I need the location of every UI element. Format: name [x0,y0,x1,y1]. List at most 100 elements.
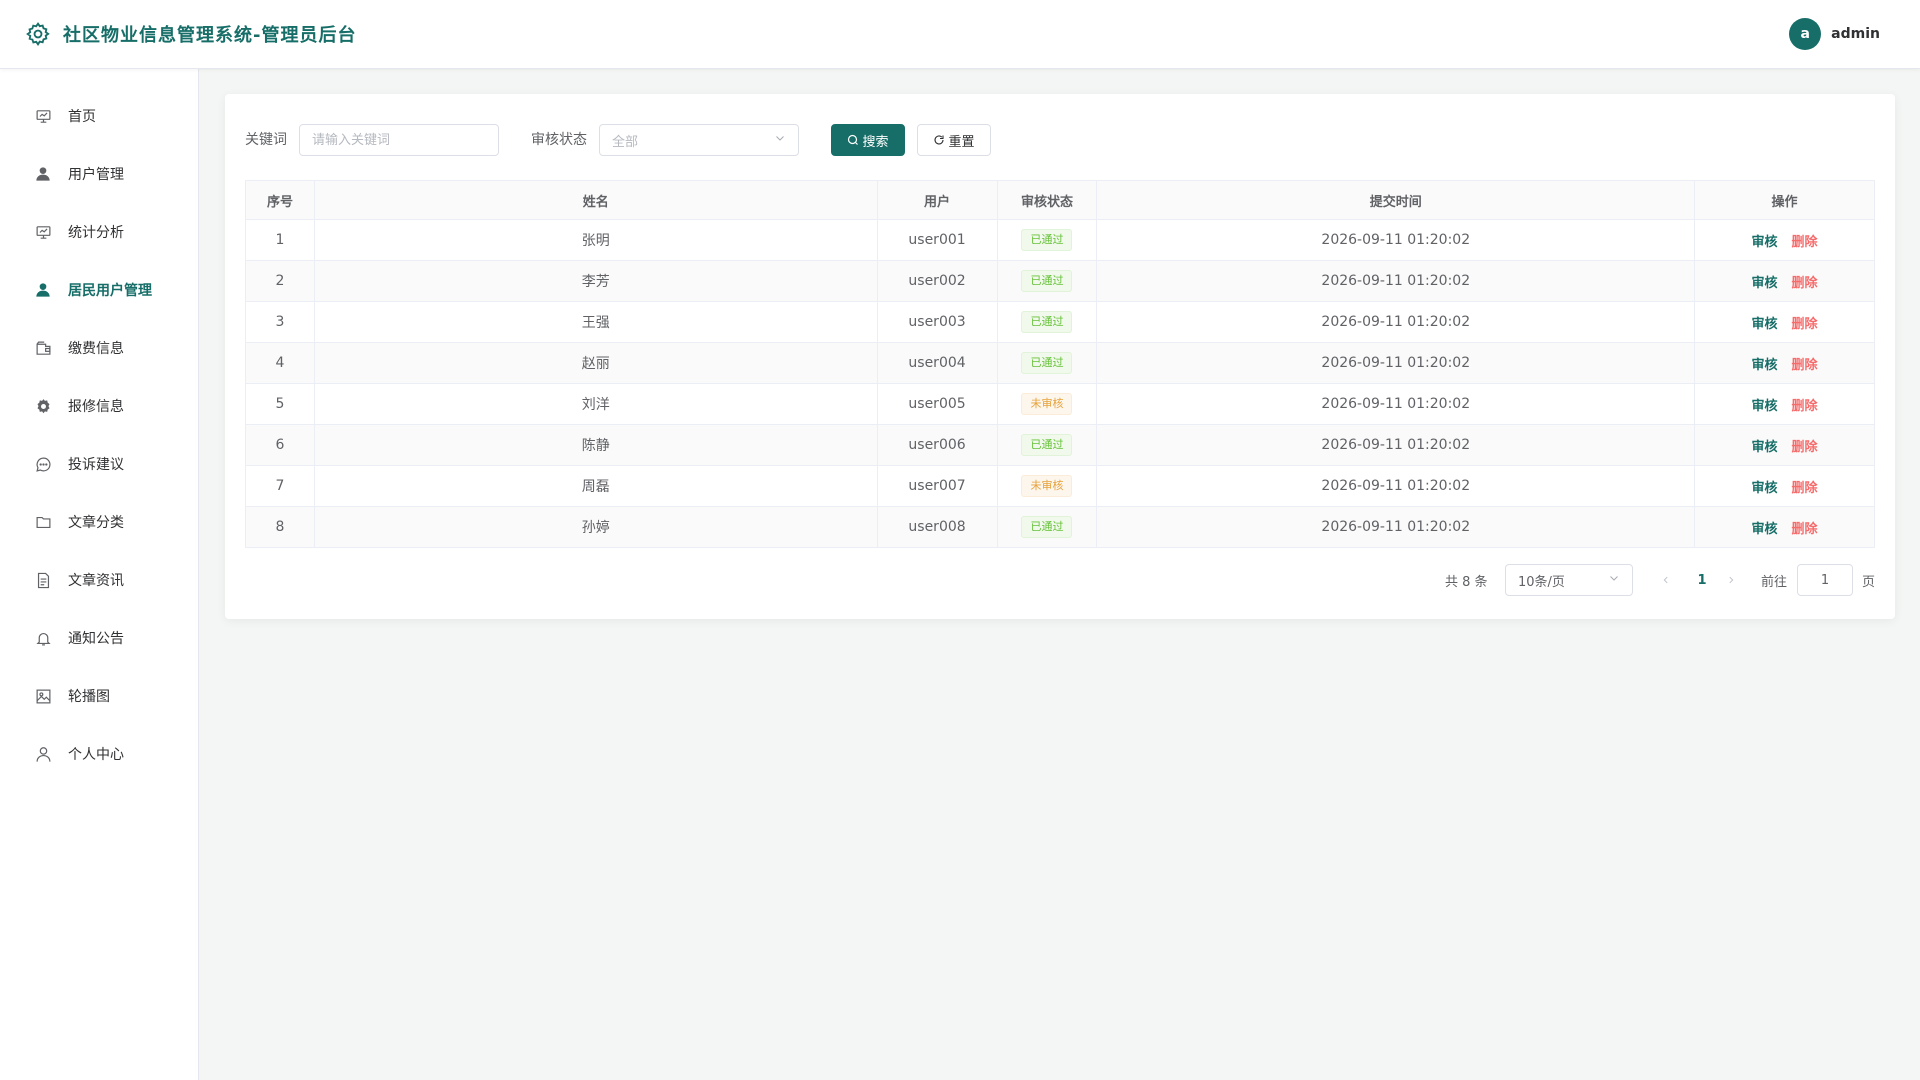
sidebar-item-article-categories[interactable]: 文章分类 [0,493,199,551]
user-menu[interactable]: a admin [1789,18,1880,50]
table-row: 3 王强 user003 已通过 2026-09-11 01:20:02 审核删… [245,301,1875,343]
search-button-label: 搜索 [862,134,889,150]
page-size-value: 10条/页 [1518,574,1565,590]
audit-button[interactable]: 审核 [1752,276,1778,291]
audit-button[interactable]: 审核 [1752,481,1778,496]
refresh-icon [933,134,945,146]
row-user: user001 [876,219,998,261]
wallet-icon [34,339,52,357]
row-status-cell: 未审核 [996,465,1098,507]
row-name: 周磊 [313,465,878,507]
row-name: 王强 [313,301,878,343]
sidebar-item-label: 文章资讯 [68,573,124,589]
audit-button[interactable]: 审核 [1752,235,1778,250]
sidebar-item-carousel[interactable]: 轮播图 [0,667,199,725]
reset-button[interactable]: 重置 [917,124,991,156]
sidebar-item-residents[interactable]: 居民用户管理 [0,261,199,319]
keyword-input[interactable] [300,125,498,155]
column-header-time: 提交时间 [1096,180,1696,220]
row-time: 2026-09-11 01:20:02 [1096,383,1696,425]
row-index: 2 [245,260,315,302]
row-name: 张明 [313,219,878,261]
user-outline-icon [34,745,52,763]
goto-page-input[interactable] [1798,565,1852,595]
sidebar: 首页 用户管理 统计分析 居民用户管理 缴费信息 报修信息 投诉建议 文章分类 … [0,69,199,1080]
row-actions: 审核 删除 [1694,465,1875,507]
sidebar-item-profile[interactable]: 个人中心 [0,725,199,783]
row-time: 2026-09-11 01:20:02 [1096,301,1696,343]
delete-button[interactable]: 删除 [1792,481,1818,496]
sidebar-item-repairs[interactable]: 报修信息 [0,377,199,435]
status-badge: 已通过 [1021,516,1073,538]
status-filter-label: 审核状态 [531,132,587,148]
sidebar-item-payments[interactable]: 缴费信息 [0,319,199,377]
status-badge: 未审核 [1021,393,1073,415]
row-actions: 审核 删除 [1694,342,1875,384]
resident-table: 序号 姓名 用户 审核状态 提交时间 操作 1 张明 user001 已通过 2… [245,180,1875,548]
sidebar-item-statistics[interactable]: 统计分析 [0,203,199,261]
chevron-right-icon [1729,576,1734,584]
table-row: 7 周磊 user007 未审核 2026-09-11 01:20:02 审核删… [245,465,1875,507]
page-suffix: 页 [1862,574,1876,590]
row-name: 赵丽 [313,342,878,384]
row-time: 2026-09-11 01:20:02 [1096,424,1696,466]
audit-button[interactable]: 审核 [1752,317,1778,332]
sidebar-item-users[interactable]: 用户管理 [0,145,199,203]
audit-button[interactable]: 审核 [1752,522,1778,537]
row-time: 2026-09-11 01:20:02 [1096,506,1696,548]
row-index: 4 [245,342,315,384]
column-header-user: 用户 [876,180,998,220]
table-row: 4 赵丽 user004 已通过 2026-09-11 01:20:02 审核删… [245,342,1875,384]
page-number-1[interactable]: 1 [1690,564,1714,596]
delete-button[interactable]: 删除 [1792,440,1818,455]
status-select[interactable]: 全部 [599,124,799,156]
table-row: 8 孙婷 user008 已通过 2026-09-11 01:20:02 审核删… [245,506,1875,548]
search-button[interactable]: 搜索 [831,124,905,156]
row-actions: 审核 删除 [1694,260,1875,302]
username[interactable]: admin [1831,26,1880,42]
sidebar-item-label: 居民用户管理 [68,283,152,299]
audit-button[interactable]: 审核 [1752,440,1778,455]
folder-icon [34,513,52,531]
delete-button[interactable]: 删除 [1792,358,1818,373]
row-actions: 审核 删除 [1694,506,1875,548]
goto-input-wrapper[interactable] [1797,564,1853,596]
table-header-row: 序号 姓名 用户 审核状态 提交时间 操作 [245,180,1875,220]
row-user: user003 [876,301,998,343]
row-index: 6 [245,424,315,466]
prev-page-button[interactable] [1654,564,1678,596]
row-actions: 审核 删除 [1694,301,1875,343]
next-page-button[interactable] [1719,564,1743,596]
audit-button[interactable]: 审核 [1752,358,1778,373]
row-status-cell: 已通过 [996,219,1098,261]
delete-button[interactable]: 删除 [1792,399,1818,414]
row-status-cell: 已通过 [996,342,1098,384]
sidebar-item-complaints[interactable]: 投诉建议 [0,435,199,493]
keyword-input-wrapper[interactable] [299,124,499,156]
sidebar-item-label: 报修信息 [68,399,124,415]
delete-button[interactable]: 删除 [1792,235,1818,250]
status-select-value: 全部 [612,134,639,150]
audit-button[interactable]: 审核 [1752,399,1778,414]
sidebar-item-home[interactable]: 首页 [0,87,199,145]
status-badge: 已通过 [1021,270,1073,292]
resident-list-card: 关键词 审核状态 全部 搜索 重置 序号 姓名 用户 审核状态 [225,94,1895,619]
avatar[interactable]: a [1789,18,1822,50]
delete-button[interactable]: 删除 [1792,522,1818,537]
app-title: 社区物业信息管理系统-管理员后台 [63,25,357,46]
sidebar-item-label: 投诉建议 [68,457,124,473]
row-time: 2026-09-11 01:20:02 [1096,219,1696,261]
column-header-name: 姓名 [313,180,878,220]
sidebar-item-notices[interactable]: 通知公告 [0,609,199,667]
delete-button[interactable]: 删除 [1792,317,1818,332]
status-badge: 已通过 [1021,311,1073,333]
delete-button[interactable]: 删除 [1792,276,1818,291]
gear-icon [34,397,52,415]
row-user: user004 [876,342,998,384]
sidebar-item-label: 用户管理 [68,167,124,183]
row-actions: 审核 删除 [1694,383,1875,425]
page-size-select[interactable]: 10条/页 [1505,564,1633,596]
document-icon [34,571,52,589]
sidebar-item-articles[interactable]: 文章资讯 [0,551,199,609]
top-header: 社区物业信息管理系统-管理员后台 a admin [0,0,1920,69]
